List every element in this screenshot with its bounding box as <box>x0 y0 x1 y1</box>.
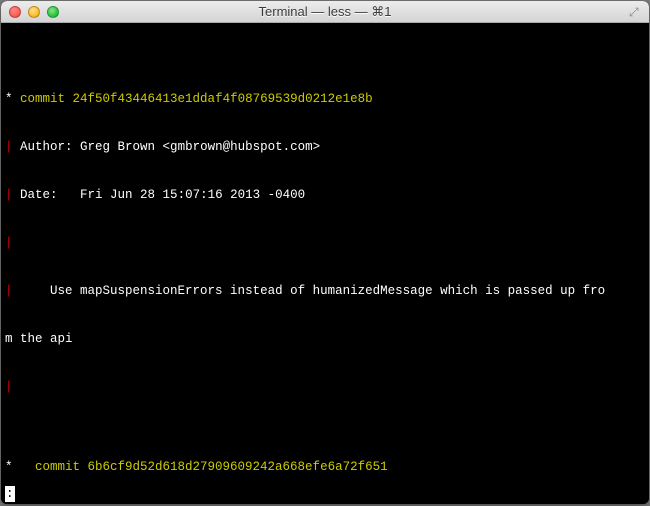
graph-node: * <box>5 92 13 106</box>
graph-edge: | <box>5 140 13 154</box>
terminal-window: Terminal — less — ⌘1 ⤢ * commit 24f50f43… <box>1 1 649 504</box>
titlebar[interactable]: Terminal — less — ⌘1 ⤢ <box>1 1 649 23</box>
window-title: Terminal — less — ⌘1 <box>1 4 649 20</box>
git-commit-line: * commit 24f50f43446413e1ddaf4f08769539d… <box>5 91 645 107</box>
graph-edge: | <box>5 284 13 298</box>
git-blank-line: | <box>5 379 645 395</box>
close-icon[interactable] <box>9 6 21 18</box>
commit-header: commit 6b6cf9d52d618d27909609242a668efe6… <box>28 460 388 474</box>
git-blank-line: | <box>5 235 645 251</box>
graph-edge: | <box>5 380 13 394</box>
zoom-icon[interactable] <box>47 6 59 18</box>
graph-edge: | <box>5 236 13 250</box>
commit-header: commit 24f50f43446413e1ddaf4f08769539d02… <box>13 92 373 106</box>
graph-edge: | <box>5 188 13 202</box>
git-author-line: | Author: Greg Brown <gmbrown@hubspot.co… <box>5 139 645 155</box>
terminal-content[interactable]: * commit 24f50f43446413e1ddaf4f08769539d… <box>1 23 649 504</box>
git-commit-line: * commit 6b6cf9d52d618d27909609242a668ef… <box>5 459 645 475</box>
graph-node: * <box>5 460 28 474</box>
git-message-line: | Use mapSuspensionErrors instead of hum… <box>5 283 645 299</box>
minimize-icon[interactable] <box>28 6 40 18</box>
less-prompt[interactable]: : <box>5 486 15 502</box>
traffic-lights <box>1 6 59 18</box>
git-date-line: | Date: Fri Jun 28 15:07:16 2013 -0400 <box>5 187 645 203</box>
git-message-wrap: m the api <box>5 331 645 347</box>
fullscreen-icon[interactable]: ⤢ <box>629 5 643 19</box>
